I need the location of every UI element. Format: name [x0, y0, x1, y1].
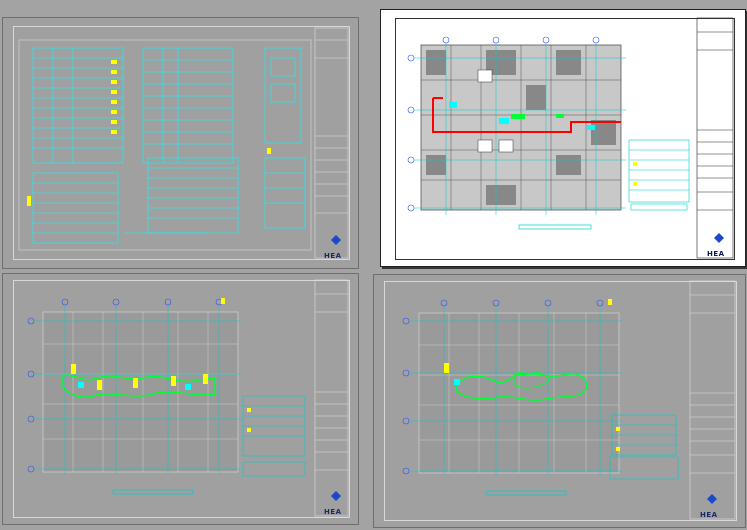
legend-drawing	[18, 27, 349, 259]
layout-sheet-floor-plan-3[interactable]: HEA	[373, 274, 746, 528]
layout-sheet-floor-plan-2[interactable]: HEA	[2, 273, 359, 525]
floor-plan-drawing	[407, 17, 734, 259]
floor-plan-drawing	[27, 279, 349, 517]
layout-sheet-legend[interactable]: HEA	[2, 17, 359, 269]
hea-logo-text: HEA	[707, 250, 725, 258]
floor-plan-drawing	[402, 280, 736, 520]
hea-logo-text: HEA	[324, 252, 342, 260]
hea-logo-text: HEA	[700, 511, 718, 519]
layout-sheet-floor-plan-active[interactable]: HEA	[380, 9, 746, 267]
hea-logo-text: HEA	[324, 508, 342, 516]
